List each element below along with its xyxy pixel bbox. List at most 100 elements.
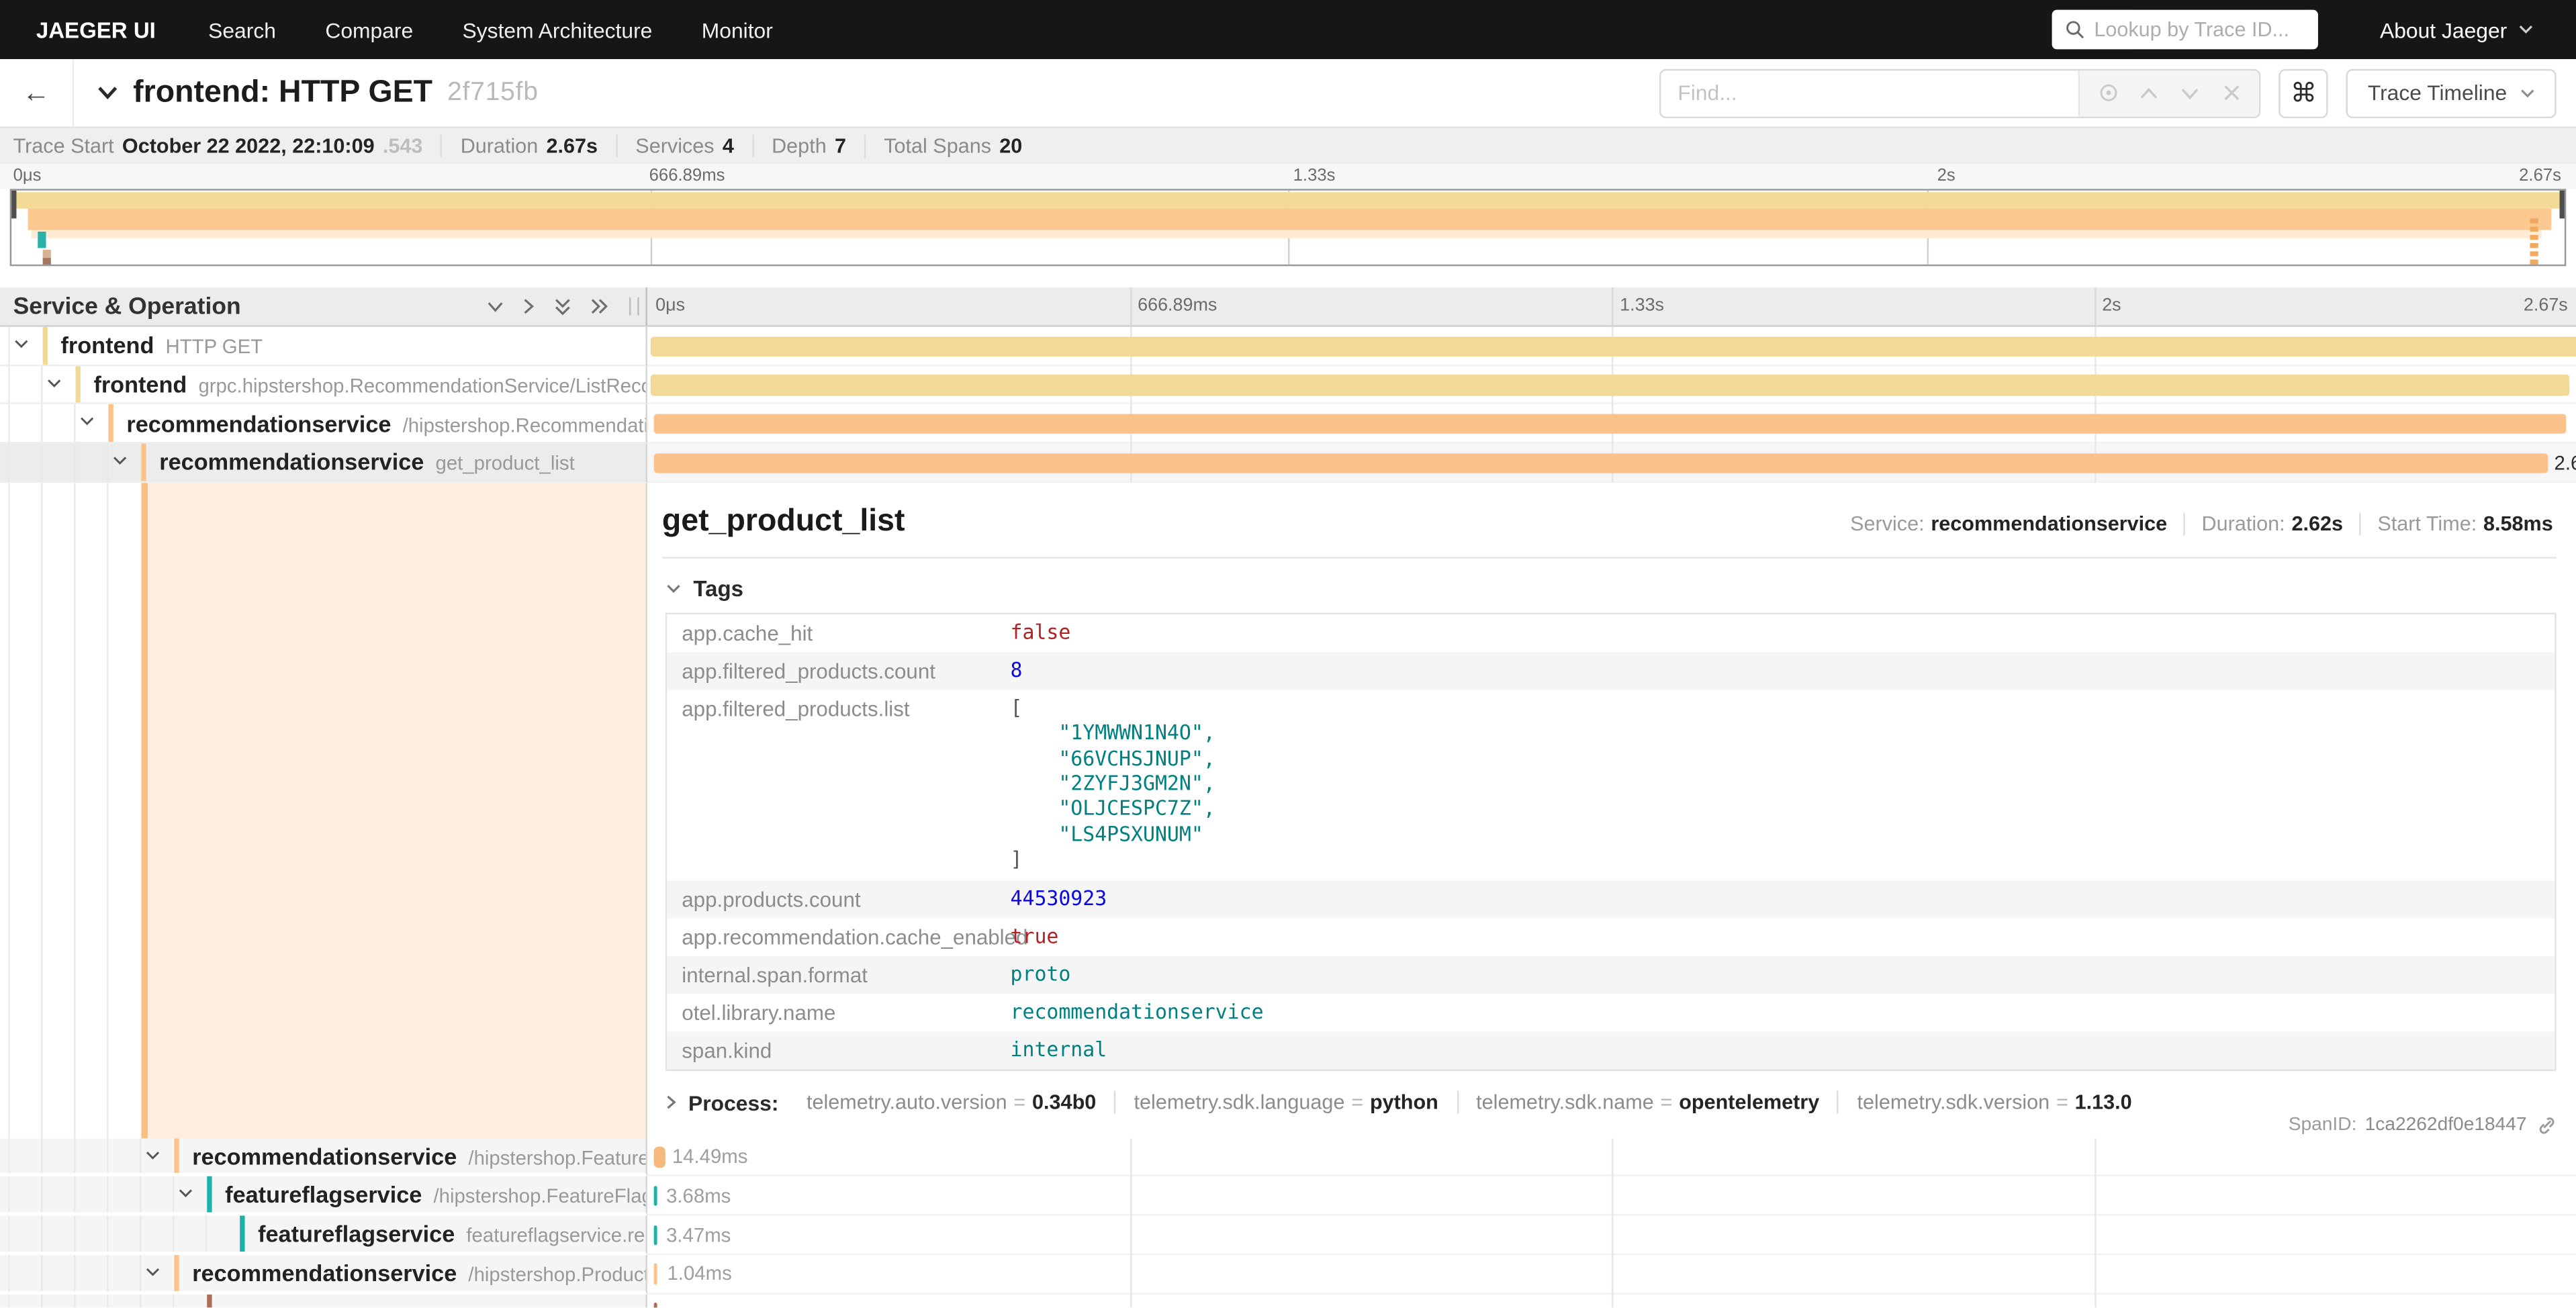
minimap-right-drag-handle[interactable] [2560, 191, 2565, 219]
tags-section-toggle[interactable]: Tags [665, 576, 2557, 601]
collapse-trace-chevron-icon[interactable] [97, 85, 118, 100]
tag-row[interactable]: app.products.count 44530923 [667, 880, 2555, 917]
about-jaeger-menu[interactable]: About Jaeger [2380, 17, 2533, 42]
span-operation-name: HTTP GET [166, 336, 263, 359]
nav-item-monitor[interactable]: Monitor [702, 17, 773, 42]
span-detail-panel: get_product_list Service:recommendations… [647, 483, 2576, 1138]
gridline [1130, 287, 1131, 325]
span-service-name: featureflagservice [258, 1221, 455, 1247]
span-color-bar [141, 444, 146, 481]
process-item: telemetry.auto.version=0.34b0 [788, 1091, 1116, 1114]
expand-one-level-icon[interactable] [522, 297, 536, 316]
span-bar-track[interactable] [647, 327, 2576, 366]
trace-view-selector[interactable]: Trace Timeline [2346, 68, 2557, 118]
span-bar-track[interactable] [647, 405, 2576, 444]
span-duration-bar[interactable] [653, 1225, 657, 1246]
column-resize-grip[interactable] [629, 297, 639, 316]
nav-item-system-architecture[interactable]: System Architecture [463, 17, 653, 42]
span-duration-bar[interactable] [653, 1186, 657, 1207]
span-row-frontend-grpc[interactable]: frontend grpc.hipstershop.Recommendation… [0, 366, 2576, 405]
focus-match-icon[interactable] [2095, 80, 2121, 106]
keyboard-shortcuts-button[interactable]: ⌘ [2279, 68, 2328, 118]
tag-key: app.cache_hit [682, 620, 1010, 645]
tag-key: app.products.count [682, 886, 1010, 911]
find-input[interactable]: Find... [1661, 70, 2078, 116]
find-box: Find... [1659, 68, 2260, 118]
top-navbar: JAEGER UI Search Compare System Architec… [0, 0, 2576, 59]
collapse-span-chevron-icon[interactable] [46, 377, 62, 389]
clear-find-icon[interactable] [2218, 80, 2244, 106]
span-duration-bar[interactable] [653, 414, 2566, 434]
span-detail-fill [148, 483, 645, 1138]
span-bar-track[interactable]: 1.04ms [647, 1255, 2576, 1294]
app-logo[interactable]: JAEGER UI [36, 17, 156, 42]
span-duration-bar[interactable] [654, 1303, 657, 1307]
collapse-span-chevron-icon[interactable] [111, 455, 128, 467]
tag-row[interactable]: app.recommendation.cache_enabled true [667, 918, 2555, 955]
tag-value: internal [1011, 1037, 1107, 1062]
tag-row[interactable]: otel.library.name recommendationservice [667, 993, 2555, 1031]
trace-minimap[interactable] [10, 189, 2567, 266]
minimap-span-frontend [15, 192, 2561, 208]
minimap-span-brown-top [43, 250, 51, 258]
process-section[interactable]: Process: telemetry.auto.version=0.34b0 t… [665, 1090, 2557, 1115]
prev-match-icon[interactable] [2136, 80, 2162, 106]
collapse-span-chevron-icon[interactable] [13, 338, 30, 350]
tag-row[interactable]: app.filtered_products.list [ "1YMWWN1N4O… [667, 690, 2555, 880]
span-bar-track[interactable]: 3.68ms [647, 1177, 2576, 1216]
tag-row[interactable]: internal.span.format proto [667, 955, 2555, 993]
back-button[interactable]: ← [0, 59, 74, 126]
nav-item-search[interactable]: Search [208, 17, 276, 42]
span-row-recommendation-grpc[interactable]: recommendationservice /hipstershop.Recom… [0, 405, 2576, 444]
span-service-name: frontend [93, 371, 187, 398]
collapse-span-chevron-icon[interactable] [177, 1188, 193, 1200]
next-match-icon[interactable] [2177, 80, 2203, 106]
span-bar-track[interactable]: 14.49ms [647, 1138, 2576, 1177]
copy-link-icon[interactable] [2535, 1115, 2557, 1136]
span-bar-track[interactable] [647, 1294, 2576, 1308]
span-color-bar [240, 1216, 244, 1252]
span-duration-bar[interactable] [653, 453, 2547, 473]
span-row-featureflag-grpc[interactable]: recommendationservice /hipstershop.Featu… [0, 1138, 2576, 1177]
chevron-down-icon [2520, 88, 2535, 98]
gridline [1612, 287, 1613, 325]
span-duration-bar[interactable] [654, 1147, 665, 1168]
collapse-all-icon[interactable] [553, 297, 571, 316]
collapse-span-chevron-icon[interactable] [144, 1150, 160, 1161]
tag-row[interactable]: span.kind internal [667, 1031, 2555, 1068]
span-detail-left-strip [0, 483, 647, 1138]
minimap-span-brown [43, 258, 51, 265]
span-operation-name: /hipstershop.FeatureFlagService... [468, 1146, 647, 1169]
expand-all-icon[interactable] [590, 297, 609, 316]
span-duration-bar[interactable] [650, 336, 2576, 357]
chevron-down-icon [665, 583, 682, 594]
minimap-left-drag-handle[interactable] [11, 191, 16, 219]
tag-row[interactable]: app.filtered_products.count 8 [667, 652, 2555, 690]
span-operation-name: featureflagservice.repo.query:fe... [466, 1224, 647, 1247]
span-row-featureflag-repo-query[interactable]: featureflagservice featureflagservice.re… [0, 1216, 2576, 1255]
collapse-one-level-icon[interactable] [486, 299, 504, 313]
trace-header: ← frontend: HTTP GET 2f715fb Find... [0, 59, 2576, 126]
span-service-name: featureflagservice [225, 1182, 422, 1208]
tag-row[interactable]: app.cache_hit false [667, 614, 2555, 651]
trace-id-search-input[interactable]: Lookup by Trace ID... [2052, 10, 2317, 50]
span-row-featureflagservice-grpc[interactable]: featureflagservice /hipstershop.FeatureF… [0, 1177, 2576, 1216]
span-operation-name: /hipstershop.FeatureFlagService/Ge... [433, 1185, 647, 1208]
collapse-span-chevron-icon[interactable] [79, 416, 95, 428]
span-bar-track[interactable]: 2.62s [647, 444, 2576, 483]
stat-duration: Duration2.67s [443, 135, 618, 158]
span-duration-bar[interactable] [654, 1264, 657, 1284]
span-detail-row: get_product_list Service:recommendations… [0, 483, 2576, 1138]
span-id-row: SpanID: 1ca2262df0e18447 [2289, 1115, 2557, 1139]
collapse-span-chevron-icon[interactable] [144, 1266, 160, 1278]
trace-view-selector-label: Trace Timeline [2368, 81, 2507, 105]
span-color-bar [76, 366, 81, 404]
span-bar-track[interactable] [647, 366, 2576, 405]
span-row-frontend-http-get[interactable]: frontend HTTP GET [0, 327, 2576, 366]
span-row-get-product-list[interactable]: recommendationservice get_product_list 2… [0, 444, 2576, 483]
nav-item-compare[interactable]: Compare [325, 17, 413, 42]
span-row-partial[interactable] [0, 1294, 2576, 1308]
span-bar-track[interactable]: 3.47ms [647, 1216, 2576, 1255]
span-row-productcatalog-grpc[interactable]: recommendationservice /hipstershop.Produ… [0, 1255, 2576, 1294]
span-duration-bar[interactable] [650, 375, 2570, 395]
